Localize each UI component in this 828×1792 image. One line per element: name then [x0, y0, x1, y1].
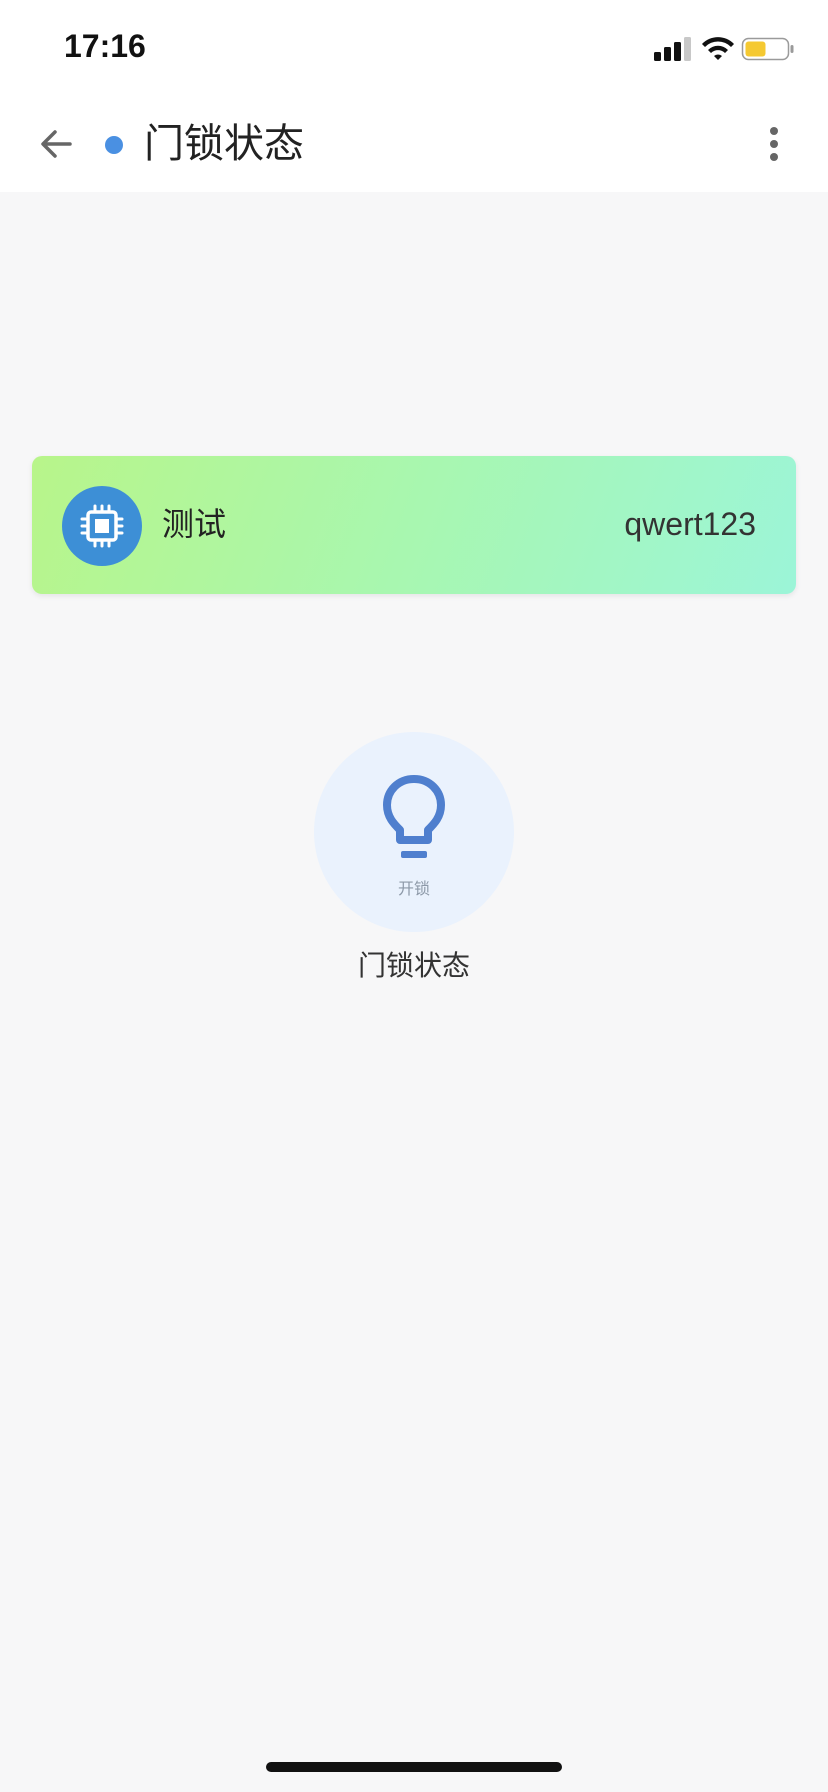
battery-icon — [741, 37, 794, 61]
more-vertical-icon — [770, 127, 778, 161]
lock-status-button[interactable]: 开锁 — [314, 732, 514, 932]
chip-icon — [80, 504, 124, 548]
arrow-left-icon — [41, 130, 72, 158]
device-avatar — [62, 486, 142, 566]
page-title: 门锁状态 — [144, 121, 304, 167]
signal-icon — [654, 37, 691, 61]
title-dot — [105, 136, 123, 154]
lock-label: 门锁状态 — [357, 949, 470, 982]
back-button[interactable] — [36, 124, 76, 164]
device-name: 测试 — [162, 505, 227, 543]
device-id: qwert123 — [624, 506, 756, 542]
home-indicator[interactable] — [266, 1762, 562, 1772]
more-button[interactable] — [764, 124, 784, 164]
status-icons — [654, 34, 794, 64]
app-header: 门锁状态 — [0, 96, 828, 192]
lock-status-text: 开锁 — [397, 879, 430, 898]
status-bar: 17:16 — [0, 0, 828, 96]
status-time: 17:16 — [64, 28, 146, 64]
lightbulb-icon — [383, 775, 445, 858]
status-indicators-icon — [654, 37, 794, 61]
wifi-icon — [702, 37, 734, 60]
device-card[interactable]: 测试 qwert123 — [32, 456, 796, 594]
